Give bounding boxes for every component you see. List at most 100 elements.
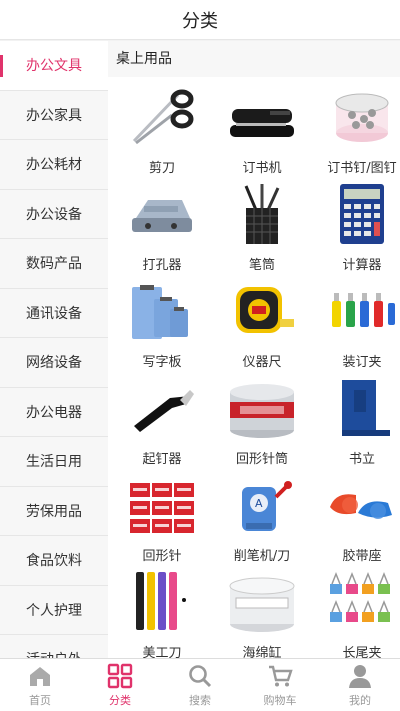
tape-measure-icon (224, 277, 300, 345)
tab-label: 购物车 (263, 693, 297, 707)
long-tail-clip-icon (324, 568, 400, 636)
sidebar-item-office-stationery[interactable]: 办公文具 (0, 41, 108, 91)
product-label: 起钉器 (142, 452, 182, 467)
sidebar-item-office-equipment[interactable]: 办公设备 (0, 189, 108, 239)
cart-icon (269, 665, 293, 686)
staples-icon (324, 83, 400, 151)
sidebar-item-label: 办公电器 (26, 404, 82, 421)
staple-remover-icon (124, 374, 200, 442)
sidebar-item-daily-use[interactable]: 生活日用 (0, 437, 108, 487)
product-item-tape-dispenser[interactable]: 胶带座 (316, 471, 400, 566)
sidebar-item-office-appliances[interactable]: 办公电器 (0, 387, 108, 437)
product-label: 海绵缸 (242, 646, 282, 658)
sidebar-item-label: 个人护理 (26, 602, 82, 619)
tab-label: 搜索 (189, 693, 211, 707)
calculator-icon (324, 180, 400, 248)
product-label: 回形针筒 (235, 452, 288, 467)
category-icon (107, 663, 133, 688)
product-label: 打孔器 (142, 258, 182, 273)
section-title: 桌上用品 (108, 41, 400, 77)
home-icon (30, 666, 50, 686)
product-item-binder-clip[interactable]: 装订夹 (316, 277, 400, 372)
product-label: 书立 (348, 452, 375, 467)
sidebar-item-office-furniture[interactable]: 办公家具 (0, 90, 108, 140)
product-item-clipboard[interactable]: 写字板 (116, 277, 208, 372)
sidebar-item-label: 数码产品 (26, 256, 82, 273)
sidebar-item-label: 办公文具 (26, 58, 82, 75)
sidebar-item-label: 办公耗材 (26, 157, 82, 174)
sidebar-item-labor-protection[interactable]: 劳保用品 (0, 486, 108, 536)
pencil-sharpener-icon: A (224, 471, 300, 539)
tab-label: 首页 (29, 693, 51, 707)
sidebar-item-label: 生活日用 (26, 454, 82, 471)
tab-home[interactable]: 首页 (0, 659, 80, 711)
product-label: 长尾夹 (342, 646, 382, 658)
product-item-sponge-jar[interactable]: 海绵缸 (216, 568, 308, 658)
sidebar-item-label: 办公设备 (26, 206, 82, 223)
pen-holder-icon (224, 180, 300, 248)
product-label: 削笔机/刀 (233, 549, 291, 564)
product-label: 订书钉/图钉 (327, 161, 397, 176)
product-category-panel: 桌上用品 剪刀 订书机 订书钉/图钉 打孔器 笔筒 计算器 写字板 仪器尺 装订… (108, 41, 400, 658)
utility-knife-icon (124, 568, 200, 636)
product-item-hole-punch[interactable]: 打孔器 (116, 180, 208, 275)
sponge-jar-icon (224, 568, 300, 636)
search-icon (189, 664, 212, 687)
product-item-long-tail-clip[interactable]: 长尾夹 (316, 568, 400, 658)
top-header: 分类 (0, 0, 400, 40)
stapler-icon (224, 83, 300, 151)
product-item-pen-holder[interactable]: 笔筒 (216, 180, 308, 275)
sidebar-item-personal-care[interactable]: 个人护理 (0, 585, 108, 635)
product-grid: 剪刀 订书机 订书钉/图钉 打孔器 笔筒 计算器 写字板 仪器尺 装订夹 起钉器… (108, 77, 400, 658)
product-item-stapler[interactable]: 订书机 (216, 83, 308, 178)
category-sidebar[interactable]: 办公文具 办公家具 办公耗材 办公设备 数码产品 通讯设备 网络设备 办公电器 … (0, 41, 108, 658)
product-item-pencil-sharpener[interactable]: A 削笔机/刀 (216, 471, 308, 566)
product-label: 美工刀 (142, 646, 182, 658)
tab-label: 分类 (109, 693, 131, 707)
paperclip-tube-icon (224, 374, 300, 442)
product-item-bookend[interactable]: 书立 (316, 374, 400, 469)
product-item-paperclip-box[interactable]: 回形针 (116, 471, 208, 566)
product-label: 订书机 (242, 161, 282, 176)
sidebar-item-communication[interactable]: 通讯设备 (0, 288, 108, 338)
sidebar-item-outdoor[interactable]: 活动户外 (0, 635, 108, 658)
product-label: 笔筒 (248, 258, 275, 273)
product-item-utility-knife[interactable]: 美工刀 (116, 568, 208, 658)
sidebar-item-network[interactable]: 网络设备 (0, 338, 108, 388)
tab-cart[interactable]: 购物车 (240, 659, 320, 711)
tab-profile[interactable]: 我的 (320, 659, 400, 711)
product-label: 胶带座 (342, 549, 382, 564)
paperclip-box-icon (124, 471, 200, 539)
page-title: 分类 (182, 10, 218, 32)
hole-punch-icon (124, 180, 200, 248)
scissors-icon (124, 83, 200, 151)
tab-search[interactable]: 搜索 (160, 659, 240, 711)
sidebar-item-label: 活动户外 (26, 649, 82, 658)
binder-clip-icon (324, 277, 400, 345)
tab-label: 我的 (349, 693, 371, 707)
product-item-tape-measure[interactable]: 仪器尺 (216, 277, 308, 372)
product-item-staples[interactable]: 订书钉/图钉 (316, 83, 400, 178)
sidebar-item-label: 劳保用品 (26, 503, 82, 520)
tab-category[interactable]: 分类 (80, 659, 160, 711)
sidebar-item-food-drinks[interactable]: 食品饮料 (0, 536, 108, 586)
product-item-scissors[interactable]: 剪刀 (116, 83, 208, 178)
sidebar-item-label: 通讯设备 (26, 305, 82, 322)
product-label: 仪器尺 (242, 355, 282, 370)
user-icon (349, 664, 371, 688)
sidebar-item-label: 网络设备 (26, 355, 82, 372)
sidebar-item-digital-products[interactable]: 数码产品 (0, 239, 108, 289)
sidebar-item-label: 办公家具 (26, 107, 82, 124)
sidebar-item-label: 食品饮料 (26, 553, 82, 570)
product-item-calculator[interactable]: 计算器 (316, 180, 400, 275)
svg-text:A: A (255, 497, 263, 510)
product-item-paperclip-tube[interactable]: 回形针筒 (216, 374, 308, 469)
bottom-tabbar: 首页 分类 搜索 购物车 我的 (0, 658, 400, 711)
product-item-staple-remover[interactable]: 起钉器 (116, 374, 208, 469)
bookend-icon (324, 374, 400, 442)
sidebar-item-office-consumables[interactable]: 办公耗材 (0, 140, 108, 190)
product-label: 计算器 (342, 258, 382, 273)
product-label: 装订夹 (342, 355, 382, 370)
tape-dispenser-icon (324, 471, 400, 539)
product-label: 剪刀 (148, 161, 175, 176)
